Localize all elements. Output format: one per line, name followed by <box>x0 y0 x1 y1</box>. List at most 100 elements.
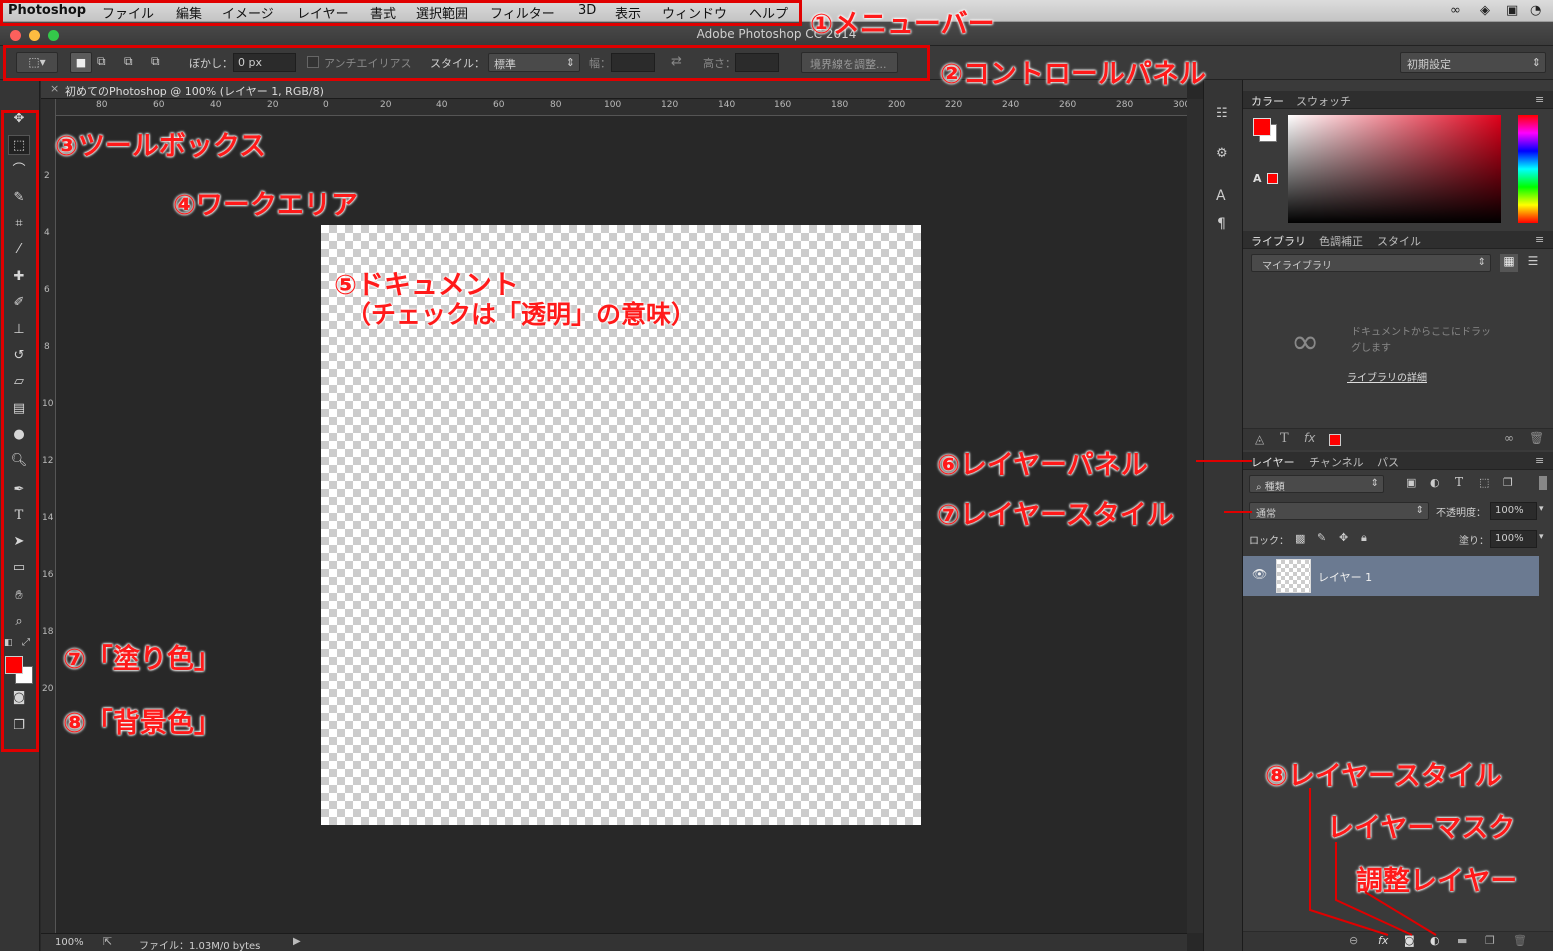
layers-panel-tabs: レイヤー チャンネル パス ≡ <box>1243 452 1553 470</box>
add-text-icon[interactable]: T <box>1280 431 1289 446</box>
properties-panel-icon[interactable]: ⚙ <box>1216 146 1228 161</box>
filter-toggle[interactable] <box>1539 476 1547 490</box>
ruler-label: 10 <box>42 399 54 409</box>
delete-layer-icon[interactable]: 🗑︎ <box>1513 934 1527 947</box>
tab-adjustments[interactable]: 色調補正 <box>1319 233 1363 249</box>
toolbox-highlight <box>1 110 39 752</box>
paragraph-panel-icon[interactable]: ¶ <box>1217 216 1226 232</box>
ruler-label: 2 <box>44 171 50 181</box>
tab-styles[interactable]: スタイル <box>1377 233 1421 249</box>
workspace-select[interactable]: 初期設定 ⇕ <box>1400 52 1546 73</box>
layer-filter-select[interactable]: ⌕ 種類 ⇕ <box>1249 475 1384 493</box>
photoshop-window: { "menubar":{"app":"Photoshop","items":[… <box>0 0 1553 951</box>
fill-label: 塗り： <box>1459 536 1489 547</box>
lock-position-icon[interactable]: ✥ <box>1339 531 1348 544</box>
lock-all-icon[interactable]: 🔒︎ <box>1361 531 1367 545</box>
panel-menu-icon[interactable]: ≡ <box>1535 233 1544 246</box>
annotation-control-panel: ②コントロールパネル <box>940 59 1206 90</box>
tab-swatches[interactable]: スウォッチ <box>1296 93 1351 109</box>
tab-channels[interactable]: チャンネル <box>1309 454 1364 470</box>
layer-row[interactable]: 👁︎ レイヤー 1 <box>1243 556 1539 596</box>
color-fg-swatch[interactable] <box>1253 118 1271 136</box>
gamut-warning-icon[interactable]: A <box>1253 172 1262 185</box>
ruler-label: 80 <box>550 100 562 110</box>
sync-icon[interactable]: ◔ <box>1530 3 1541 18</box>
vertical-ruler: 2 4 6 8 10 12 14 16 18 20 <box>41 99 56 933</box>
opacity-dropdown-icon[interactable]: ▾ <box>1539 504 1544 514</box>
filter-pixel-icon[interactable]: ▣ <box>1406 476 1416 489</box>
add-graphic-icon[interactable]: ◬ <box>1255 432 1264 446</box>
character-panel-icon[interactable]: A <box>1216 188 1226 204</box>
library-drop-text: ドキュメントからここにドラッグします <box>1351 327 1491 354</box>
annotation-toolbox: ③ツールボックス <box>55 131 267 162</box>
sync-library-icon[interactable]: ∞ <box>1504 431 1514 445</box>
filter-smart-object-icon[interactable]: ❐ <box>1503 476 1513 489</box>
panel-menu-icon[interactable]: ≡ <box>1535 93 1544 106</box>
panel-menu-icon[interactable]: ≡ <box>1535 454 1544 467</box>
ruler-label: 80 <box>96 100 108 110</box>
annotation-blend-mode: ⑦レイヤースタイル <box>937 500 1174 531</box>
lock-transparent-icon[interactable]: ▩ <box>1295 532 1305 545</box>
annotation-work-area: ④ワークエリア <box>173 190 358 221</box>
options-bar-highlight <box>3 45 930 81</box>
tab-layers[interactable]: レイヤー <box>1251 454 1295 470</box>
blend-mode-value: 通常 <box>1256 509 1276 520</box>
grid-view-icon[interactable]: ▦ <box>1500 254 1518 272</box>
lock-image-icon[interactable]: ✎ <box>1317 531 1326 544</box>
color-field[interactable] <box>1288 115 1501 223</box>
new-layer-icon[interactable]: ❐ <box>1485 934 1495 947</box>
annotation-background-color: ⑧「背景色」 <box>63 708 221 739</box>
close-tab-icon[interactable]: × <box>50 82 59 95</box>
ruler-label: 16 <box>42 570 54 580</box>
status-menu-icon[interactable]: ▶ <box>293 936 301 947</box>
ruler-label: 0 <box>323 100 329 110</box>
library-footer: ◬ T fx ∞ 🗑︎ <box>1243 428 1553 450</box>
library-details-link[interactable]: ライブラリの詳細 <box>1347 369 1427 384</box>
hue-slider[interactable] <box>1518 115 1538 223</box>
window-title: Adobe Photoshop CC 2014 <box>696 27 857 41</box>
annotation-document-note: （チェックは「透明」の意味） <box>346 300 697 329</box>
add-style-icon[interactable]: fx <box>1304 431 1315 445</box>
ruler-label: 260 <box>1059 100 1077 110</box>
tab-color[interactable]: カラー <box>1251 93 1284 109</box>
dropbox-icon[interactable]: ◈ <box>1480 3 1490 18</box>
filter-adjustment-icon[interactable]: ◐ <box>1430 476 1440 489</box>
library-select[interactable]: マイライブラリ ⇕ <box>1251 254 1491 272</box>
ruler-label: 120 <box>661 100 679 110</box>
fill-dropdown-icon[interactable]: ▾ <box>1539 532 1544 542</box>
annotation-line <box>1196 460 1252 462</box>
filter-type-icon[interactable]: T <box>1455 475 1463 489</box>
gamut-color-swatch[interactable] <box>1267 173 1278 184</box>
workspace-value: 初期設定 <box>1407 58 1451 71</box>
ruler-label: 20 <box>42 684 54 694</box>
zoom-level[interactable]: 100% <box>55 937 84 948</box>
ruler-label: 14 <box>42 513 54 523</box>
list-view-icon[interactable]: ☰ <box>1524 254 1542 272</box>
ruler-label: 160 <box>774 100 792 110</box>
layer-name[interactable]: レイヤー 1 <box>1318 569 1372 585</box>
file-info: ファイル：1.03M/0 bytes <box>139 941 261 951</box>
ruler-label: 280 <box>1116 100 1134 110</box>
ruler-label: 20 <box>267 100 279 110</box>
tab-libraries[interactable]: ライブラリ <box>1251 233 1306 249</box>
creative-cloud-icon[interactable]: ∞ <box>1450 3 1461 18</box>
ruler-label: 20 <box>380 100 392 110</box>
trash-icon[interactable]: 🗑︎ <box>1529 431 1544 445</box>
filter-shape-icon[interactable]: ⬚ <box>1479 476 1489 489</box>
eye-icon[interactable]: 👁︎ <box>1252 567 1267 581</box>
share-icon[interactable]: ⇱ <box>103 935 112 948</box>
ruler-label: 12 <box>42 456 54 466</box>
add-color-icon[interactable] <box>1329 434 1341 446</box>
ruler-label: 60 <box>493 100 505 110</box>
fill-input[interactable]: 100% <box>1490 530 1537 548</box>
evernote-icon[interactable]: ▣ <box>1506 3 1518 18</box>
blend-mode-select[interactable]: 通常 ⇕ <box>1249 502 1429 520</box>
vertical-scrollbar[interactable] <box>1187 99 1203 933</box>
history-panel-icon[interactable]: ☷ <box>1216 106 1228 121</box>
ruler-label: 180 <box>831 100 849 110</box>
opacity-input[interactable]: 100% <box>1490 502 1537 520</box>
tab-paths[interactable]: パス <box>1377 454 1399 470</box>
panel-icon-strip: ☷ ⚙ A ¶ <box>1203 80 1243 951</box>
layer-thumbnail[interactable] <box>1276 559 1311 593</box>
ruler-label: 8 <box>44 342 50 352</box>
